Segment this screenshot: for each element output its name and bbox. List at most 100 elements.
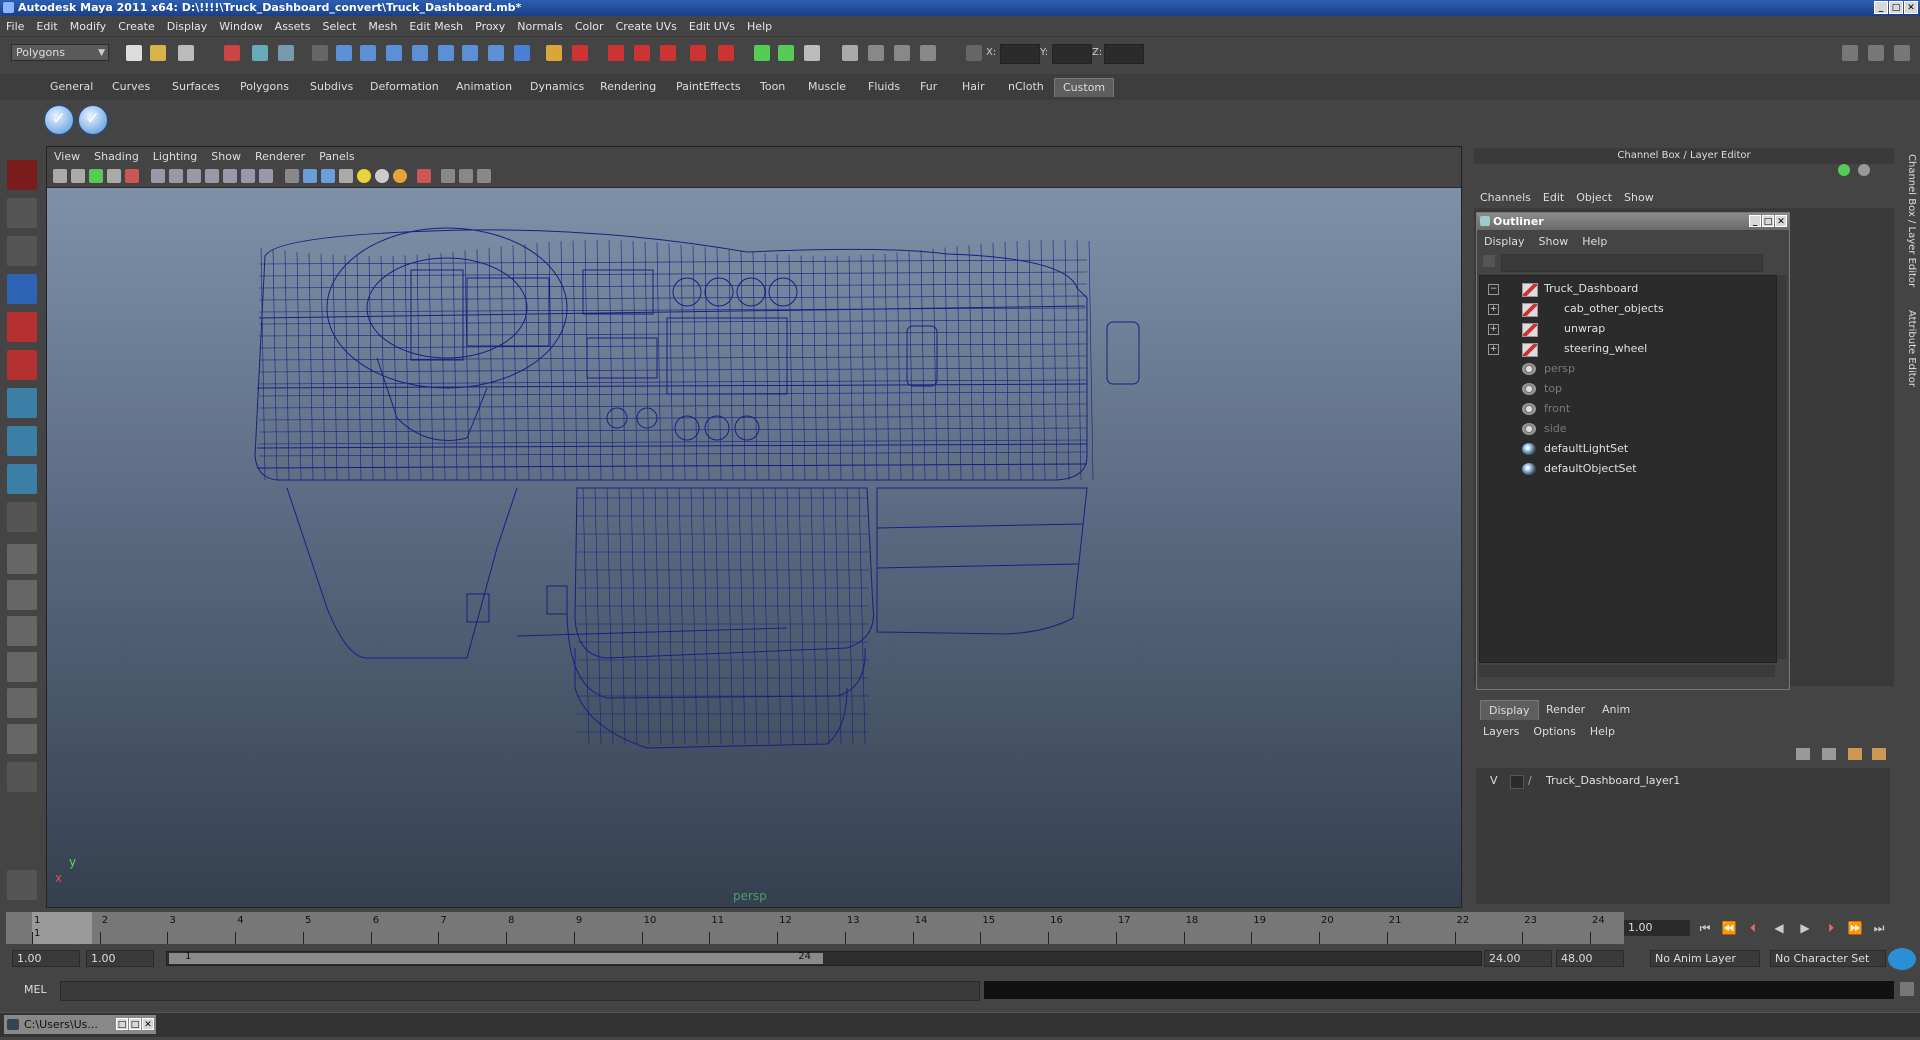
anim-start-field[interactable]: 1.00	[12, 950, 80, 967]
layout-custom-icon[interactable]	[7, 762, 37, 792]
show-manip-icon[interactable]	[7, 464, 37, 494]
outliner-item[interactable]: + unwrap	[1480, 320, 1774, 338]
universal-manip-icon[interactable]	[7, 388, 37, 418]
play-backwards-icon[interactable]: ◀	[1770, 920, 1788, 936]
shelf-tab-custom[interactable]: Custom	[1054, 78, 1115, 97]
2d-pan-icon[interactable]	[125, 169, 139, 183]
image-plane-icon[interactable]	[107, 169, 121, 183]
teamviewer-icon[interactable]	[1888, 948, 1916, 970]
shelf-tab-animation[interactable]: Animation	[448, 78, 520, 96]
select-object-icon[interactable]	[252, 45, 268, 61]
outliner-item[interactable]: top	[1480, 380, 1774, 398]
menu-mesh[interactable]: Mesh	[362, 20, 403, 33]
command-input[interactable]	[60, 981, 980, 1001]
shelf-tab-fur[interactable]: Fur	[912, 78, 945, 96]
shelf-tab-painteffects[interactable]: PaintEffects	[668, 78, 749, 96]
step-forward-frame-icon[interactable]: ⏩	[1846, 920, 1864, 936]
shelf-tab-toon[interactable]: Toon	[752, 78, 793, 96]
step-forward-key-icon[interactable]: ⏵	[1822, 920, 1840, 936]
viewport-menu-panels[interactable]: Panels	[312, 150, 361, 163]
all-lights-icon[interactable]	[375, 169, 389, 183]
outliner-item[interactable]: − Truck_Dashboard	[1480, 280, 1774, 298]
attribute-editor-side-tab[interactable]: Attribute Editor	[1901, 310, 1917, 387]
channel-box-menu-object[interactable]: Object	[1570, 191, 1618, 204]
layout-hypershade-icon[interactable]	[7, 688, 37, 718]
select-tool-icon[interactable]	[7, 160, 37, 190]
selection-mask-icon[interactable]	[312, 45, 328, 61]
outliner-item[interactable]: defaultLightSet	[1480, 440, 1774, 458]
grid-icon[interactable]	[151, 169, 165, 183]
playback-start-field[interactable]: 1.00	[86, 950, 154, 967]
outliner-list[interactable]: − Truck_Dashboard + cab_other_objects + unwra…	[1479, 275, 1777, 663]
shelf-tab-subdivs[interactable]: Subdivs	[302, 78, 361, 96]
snap-grid-icon[interactable]	[336, 45, 352, 61]
resolution-gate-icon[interactable]	[187, 169, 201, 183]
go-to-start-icon[interactable]: ⏮	[1696, 920, 1714, 936]
outliner-maximize-button[interactable]: □	[1762, 215, 1774, 227]
minimize-button[interactable]: _	[1874, 1, 1888, 14]
anim-end-field[interactable]: 48.00	[1556, 950, 1624, 967]
menu-display[interactable]: Display	[161, 20, 214, 33]
channel-box-menu-channels[interactable]: Channels	[1474, 191, 1537, 204]
camera-attr-icon[interactable]	[842, 45, 858, 61]
layer-color-swatch[interactable]	[1510, 775, 1524, 789]
xray-icon[interactable]	[441, 169, 455, 183]
gate-mask-icon[interactable]	[205, 169, 219, 183]
smooth-shade-icon[interactable]	[303, 169, 317, 183]
make-live-icon[interactable]	[438, 45, 454, 61]
viewport-menu-renderer[interactable]: Renderer	[248, 150, 312, 163]
outliner-item[interactable]: front	[1480, 400, 1774, 418]
perspective-viewport[interactable]: View Shading Lighting Show Renderer Pane…	[46, 146, 1462, 908]
camera-attrs-icon[interactable]	[71, 169, 85, 183]
menu-create-uvs[interactable]: Create UVs	[610, 20, 683, 33]
hypershade-icon[interactable]	[690, 45, 706, 61]
shelf-tab-general[interactable]: General	[42, 78, 101, 96]
play-forwards-icon[interactable]: ▶	[1796, 920, 1814, 936]
menu-select[interactable]: Select	[316, 20, 362, 33]
range-slider[interactable]: 1 24	[166, 951, 1482, 966]
transform-field-icon[interactable]	[966, 45, 982, 61]
save-scene-icon[interactable]	[178, 45, 194, 61]
history-icon[interactable]	[462, 45, 478, 61]
menu-edit-uvs[interactable]: Edit UVs	[683, 20, 741, 33]
shelf-tab-polygons[interactable]: Polygons	[232, 78, 297, 96]
input-ops-icon[interactable]	[572, 45, 588, 61]
viewport-scene[interactable]: y x persp	[47, 188, 1461, 907]
outliner-item[interactable]: + steering_wheel	[1480, 340, 1774, 358]
outliner-menu-help[interactable]: Help	[1575, 235, 1614, 248]
safe-title-icon[interactable]	[259, 169, 273, 183]
character-set-select[interactable]: No Character Set	[1770, 950, 1886, 967]
channel-box-side-tab[interactable]: Channel Box / Layer Editor	[1901, 154, 1917, 287]
quick-layout-icon[interactable]	[7, 870, 37, 900]
safe-action-icon[interactable]	[241, 169, 255, 183]
toggle-tool-icon[interactable]	[778, 45, 794, 61]
shelf-tab-muscle[interactable]: Muscle	[800, 78, 854, 96]
shelf-tab-surfaces[interactable]: Surfaces	[164, 78, 228, 96]
toggle-panel-icon[interactable]	[754, 45, 770, 61]
outliner-item[interactable]: + cab_other_objects	[1480, 300, 1774, 318]
layout-persp-graph-icon[interactable]	[7, 724, 37, 754]
shelf-tab-fluids[interactable]: Fluids	[860, 78, 908, 96]
command-language-label[interactable]: MEL	[24, 983, 47, 996]
field-chart-icon[interactable]	[223, 169, 237, 183]
step-back-frame-icon[interactable]: ⏪	[1720, 920, 1738, 936]
shadows-icon[interactable]	[393, 169, 407, 183]
layout-graph-icon[interactable]	[7, 652, 37, 682]
viewport-menu-view[interactable]: View	[47, 150, 87, 163]
go-to-end-icon[interactable]: ⏭	[1870, 920, 1888, 936]
channel-box-sphere-icon[interactable]	[1858, 164, 1870, 176]
viewport-menu-lighting[interactable]: Lighting	[146, 150, 204, 163]
help-question-icon[interactable]	[514, 45, 530, 61]
layout-outliner-icon[interactable]	[7, 616, 37, 646]
rotate-tool-icon[interactable]	[7, 312, 37, 342]
playback-end-field[interactable]: 24.00	[1484, 950, 1552, 967]
outliner-vertical-scrollbar[interactable]	[1777, 275, 1787, 659]
layer-move-up-icon[interactable]	[1796, 748, 1810, 760]
snap-curve-icon[interactable]	[360, 45, 376, 61]
select-component-icon[interactable]	[278, 45, 294, 61]
snap-plane-icon[interactable]	[412, 45, 428, 61]
snap-point-icon[interactable]	[386, 45, 402, 61]
outliner-menu-show[interactable]: Show	[1532, 235, 1576, 248]
shelf-tab-ncloth[interactable]: nCloth	[1000, 78, 1052, 96]
move-tool-icon[interactable]	[7, 274, 37, 304]
